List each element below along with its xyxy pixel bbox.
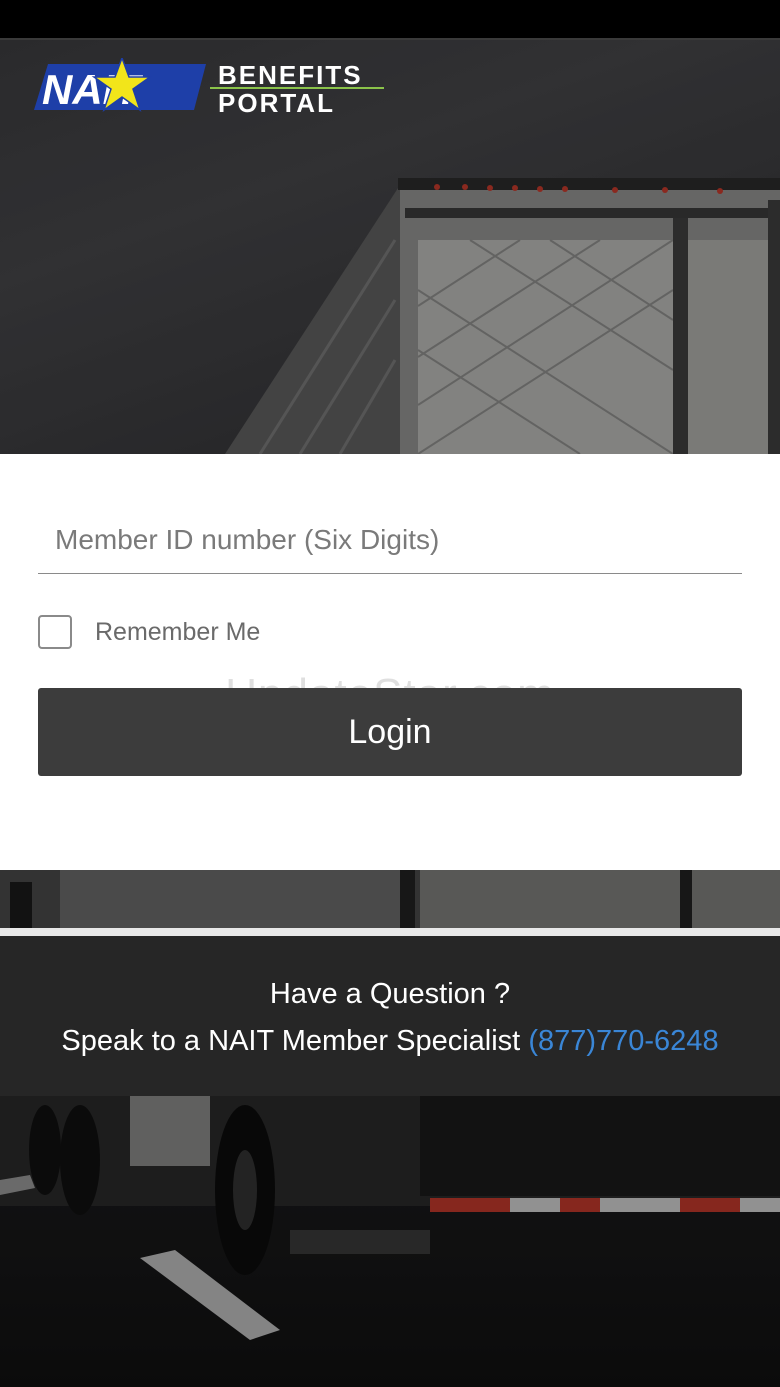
remember-me-checkbox[interactable] xyxy=(38,615,72,649)
member-id-input[interactable] xyxy=(38,512,742,574)
help-text-line: Speak to a NAIT Member Specialist (877)7… xyxy=(0,1025,780,1058)
login-button[interactable]: Login xyxy=(38,688,742,776)
remember-me-label: Remember Me xyxy=(95,617,261,646)
nait-benefits-portal-logo: NAIT BENEFITS PORTAL xyxy=(34,55,384,122)
svg-text:PORTAL: PORTAL xyxy=(218,88,335,118)
help-title: Have a Question ? xyxy=(269,978,511,1010)
svg-text:BENEFITS: BENEFITS xyxy=(218,60,363,90)
help-text: Speak to a NAIT Member Specialist xyxy=(61,1025,521,1057)
phone-link[interactable]: (877)770-6248 xyxy=(528,1025,718,1057)
separator xyxy=(0,928,780,936)
help-banner: Have a Question ? Speak to a NAIT Member… xyxy=(0,936,780,1096)
remember-me-control[interactable]: Remember Me xyxy=(38,613,260,651)
status-bar xyxy=(0,0,780,40)
